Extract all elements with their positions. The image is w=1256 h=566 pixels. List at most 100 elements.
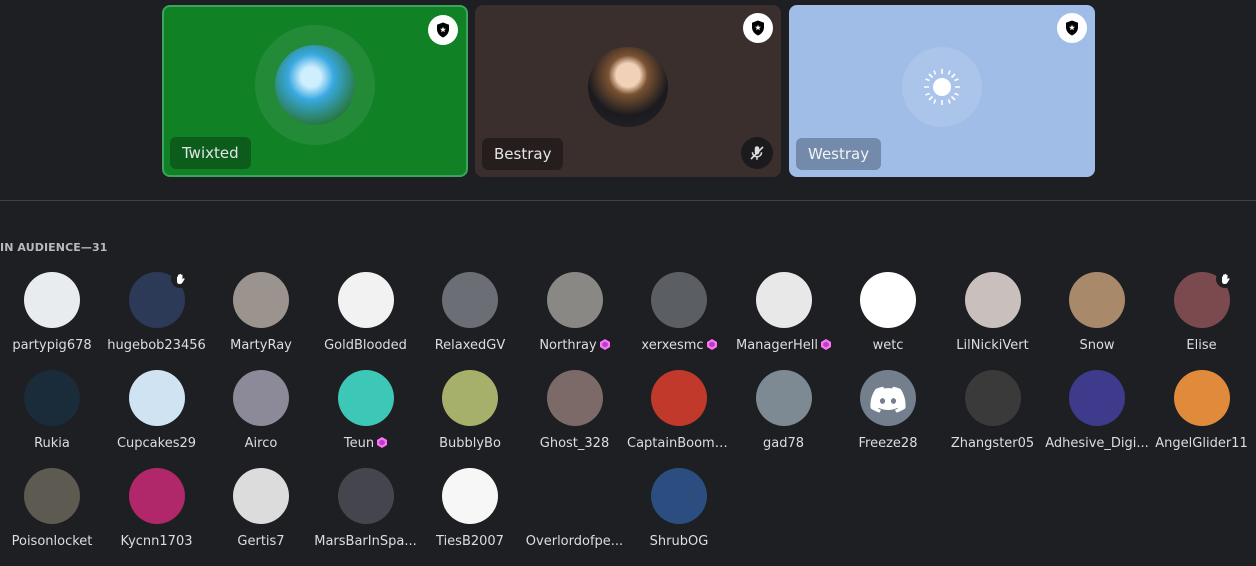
audience-member[interactable]: LilNickiVert xyxy=(941,268,1045,366)
member-name: Zhangster05 xyxy=(941,436,1045,451)
audience-member[interactable]: Poisonlocket xyxy=(0,464,104,562)
member-name: CaptainBoom13 xyxy=(627,436,731,451)
audience-member[interactable]: ShrubOG xyxy=(627,464,731,562)
member-avatar xyxy=(1069,272,1125,328)
member-avatar xyxy=(337,272,394,328)
member-name: xerxesmc xyxy=(627,338,731,353)
member-name-text: ManagerHell xyxy=(736,338,818,353)
member-name-text: Airco xyxy=(244,436,278,451)
member-avatar xyxy=(651,468,707,524)
speaker-tile-bestray[interactable]: Bestray xyxy=(475,5,781,177)
audience-member[interactable]: BubblyBo xyxy=(418,366,522,464)
member-name-text: Kycnn1703 xyxy=(120,534,193,549)
audience-member[interactable]: TiesB2007 xyxy=(418,464,522,562)
member-name: ManagerHell xyxy=(732,338,836,353)
audience-member[interactable]: Kycnn1703 xyxy=(105,464,209,562)
member-name-text: hugebob23456 xyxy=(107,338,206,353)
member-avatar xyxy=(24,468,80,524)
audience-member[interactable]: AngelGlider11 xyxy=(1150,366,1254,464)
member-avatar xyxy=(128,370,185,426)
member-avatar xyxy=(442,370,498,426)
member-name: MarsBarInSpa... xyxy=(314,534,418,549)
member-avatar xyxy=(337,370,394,426)
member-name: hugebob23456 xyxy=(105,338,209,353)
speaker-avatar xyxy=(588,47,668,127)
member-avatar xyxy=(442,468,498,524)
member-name: Freeze28 xyxy=(836,436,940,451)
member-avatar xyxy=(1173,370,1230,426)
member-name: Gertis7 xyxy=(209,534,313,549)
audience-member[interactable]: Zhangster05 xyxy=(941,366,1045,464)
nitro-boost-icon xyxy=(820,339,831,350)
member-name-text: LilNickiVert xyxy=(956,338,1029,353)
section-divider xyxy=(0,200,1256,201)
speaker-tile-twixted[interactable]: Twixted xyxy=(162,5,468,177)
audience-member[interactable]: Airco xyxy=(209,366,313,464)
nitro-boost-icon xyxy=(706,339,717,350)
audience-member[interactable]: hugebob23456 xyxy=(105,268,209,366)
member-name-text: Rukia xyxy=(34,436,70,451)
audience-member[interactable]: Rukia xyxy=(0,366,104,464)
member-avatar xyxy=(233,272,289,328)
audience-member[interactable]: Elise xyxy=(1150,268,1254,366)
audience-member[interactable]: partypig678 xyxy=(0,268,104,366)
audience-member[interactable]: MarsBarInSpa... xyxy=(314,464,418,562)
member-name: MartyRay xyxy=(209,338,313,353)
nitro-boost-icon xyxy=(599,339,610,350)
audience-member[interactable]: ManagerHell xyxy=(732,268,836,366)
member-avatar xyxy=(128,468,185,524)
member-name-text: MartyRay xyxy=(230,338,292,353)
audience-member[interactable]: MartyRay xyxy=(209,268,313,366)
member-avatar xyxy=(860,272,916,328)
member-name-text: Zhangster05 xyxy=(950,436,1035,451)
member-name: AngelGlider11 xyxy=(1150,436,1254,451)
audience-member[interactable]: CaptainBoom13 xyxy=(627,366,731,464)
member-name-text: Cupcakes29 xyxy=(116,436,197,451)
audience-member[interactable]: Gertis7 xyxy=(209,464,313,562)
audience-member[interactable]: Overlordofpe... xyxy=(523,464,627,562)
member-name-text: AngelGlider11 xyxy=(1155,436,1248,451)
member-name-text: partypig678 xyxy=(12,338,92,353)
member-name-text: CaptainBoom13 xyxy=(627,436,731,451)
member-name: gad78 xyxy=(732,436,836,451)
audience-member[interactable]: xerxesmc xyxy=(627,268,731,366)
member-name: Ghost_328 xyxy=(523,436,627,451)
member-avatar xyxy=(651,272,707,328)
member-name-text: Snow xyxy=(1079,338,1115,353)
audience-member[interactable]: wetc xyxy=(836,268,940,366)
member-name-text: Elise xyxy=(1186,338,1217,353)
member-name-text: Freeze28 xyxy=(858,436,918,451)
speaker-name-label: Bestray xyxy=(482,138,564,170)
member-avatar xyxy=(964,272,1021,328)
speaker-name-label: Twixted xyxy=(170,137,251,169)
member-avatar xyxy=(651,370,707,426)
speaker-tile-westray[interactable]: Westray xyxy=(789,5,1095,177)
member-name-text: xerxesmc xyxy=(641,338,704,353)
audience-member[interactable]: Ghost_328 xyxy=(523,366,627,464)
audience-member[interactable]: Adhesive_Digi... xyxy=(1045,366,1149,464)
moderator-shield-icon xyxy=(1057,13,1087,43)
member-name: Airco xyxy=(209,436,313,451)
member-name: GoldBlooded xyxy=(314,338,418,353)
member-name-text: Gertis7 xyxy=(237,534,285,549)
audience-member[interactable]: Snow xyxy=(1045,268,1149,366)
audience-member[interactable]: Cupcakes29 xyxy=(105,366,209,464)
member-avatar xyxy=(546,272,603,328)
audience-member[interactable]: Freeze28 xyxy=(836,366,940,464)
audience-member[interactable]: RelaxedGV xyxy=(418,268,522,366)
member-name: Adhesive_Digi... xyxy=(1045,436,1149,451)
member-name: Northray xyxy=(523,338,627,353)
member-avatar xyxy=(755,272,812,328)
audience-member[interactable]: gad78 xyxy=(732,366,836,464)
member-name: ShrubOG xyxy=(627,534,731,549)
member-avatar xyxy=(755,370,812,426)
member-name-text: Northray xyxy=(539,338,597,353)
audience-member[interactable]: Northray xyxy=(523,268,627,366)
member-avatar xyxy=(964,370,1021,426)
member-avatar xyxy=(546,370,603,426)
audience-member[interactable]: Teun xyxy=(314,366,418,464)
audience-header: IN AUDIENCE—31 xyxy=(0,241,108,254)
audience-member[interactable]: GoldBlooded xyxy=(314,268,418,366)
member-avatar xyxy=(337,468,394,524)
member-name-text: Teun xyxy=(343,436,375,451)
